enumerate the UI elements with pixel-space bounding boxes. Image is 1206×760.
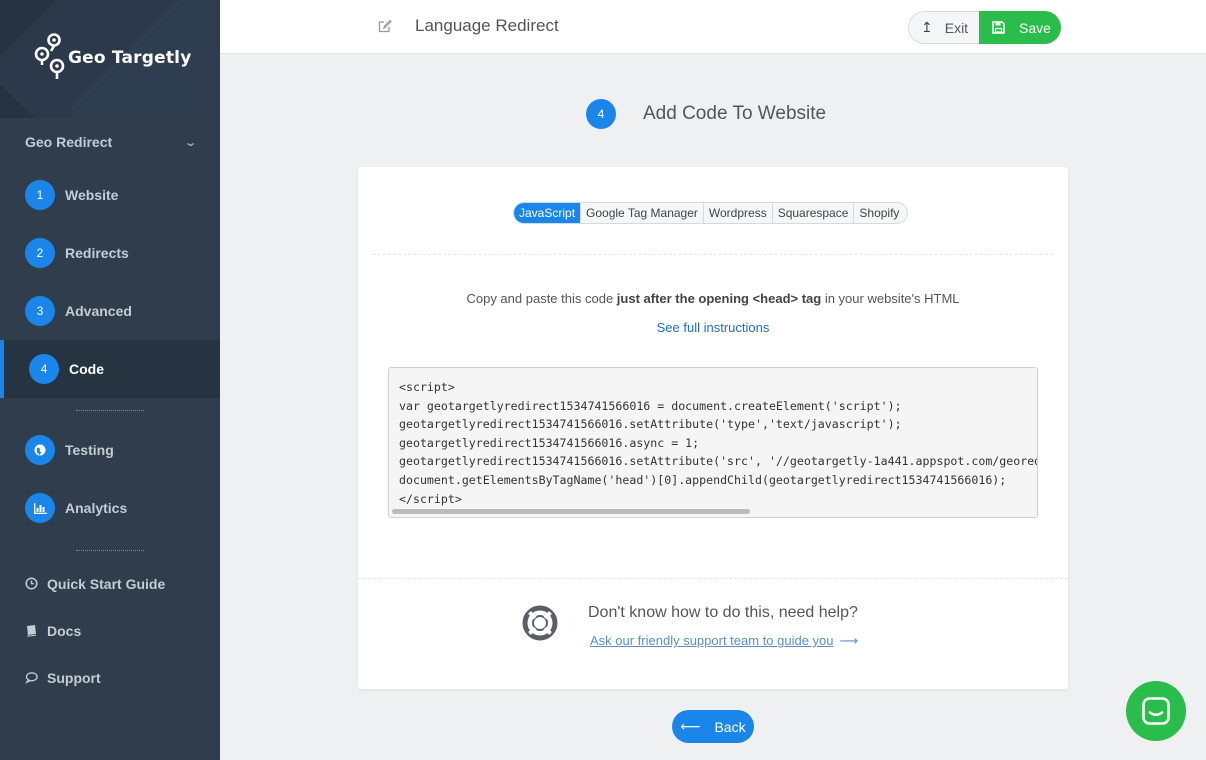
tab-google-tag-manager[interactable]: Google Tag Manager: [581, 203, 704, 223]
code-snippet[interactable]: <script> var geotargetlyredirect15347415…: [389, 368, 1037, 508]
sidebar-item-advanced[interactable]: 3 Advanced: [0, 282, 220, 340]
sidebar-item-code[interactable]: 4 Code: [0, 340, 220, 398]
page-title[interactable]: Language Redirect: [415, 16, 559, 36]
step-number-badge: 4: [586, 99, 616, 129]
sidebar-item-label: Analytics: [65, 500, 128, 516]
tab-wordpress[interactable]: Wordpress: [704, 203, 773, 223]
sidebar-link-support[interactable]: Support: [0, 654, 220, 701]
step-title: Add Code To Website: [643, 103, 827, 124]
logo-area: Geo Targetly: [0, 0, 220, 118]
sidebar-item-label: Advanced: [65, 303, 132, 319]
sidebar-link-quick-start[interactable]: Quick Start Guide: [0, 560, 220, 607]
sidebar-item-testing[interactable]: Testing: [0, 422, 220, 478]
arrow-left-icon: ⟵: [680, 718, 701, 734]
platform-tabs: JavaScript Google Tag Manager Wordpress …: [513, 202, 909, 224]
sidebar: Geo Targetly Geo Redirect ⌄ 1 Website 2 …: [0, 0, 220, 760]
tab-javascript[interactable]: JavaScript: [514, 203, 582, 223]
floppy-disk-icon: [992, 21, 1005, 34]
sidebar-link-docs[interactable]: Docs: [0, 607, 220, 654]
support-link-label: Ask our friendly support team to guide y…: [590, 633, 834, 648]
support-link[interactable]: Ask our friendly support team to guide y…: [590, 633, 858, 649]
step-number-badge: 4: [29, 354, 59, 384]
sidebar-item-label: Testing: [65, 442, 114, 458]
arrow-right-icon: ⟶: [839, 633, 859, 648]
sidebar-link-label: Quick Start Guide: [47, 575, 166, 592]
globe-icon: [25, 435, 55, 465]
save-label: Save: [1019, 19, 1051, 36]
bar-chart-icon: [25, 493, 55, 523]
section-geo-redirect[interactable]: Geo Redirect ⌄: [0, 118, 220, 166]
sidebar-item-label: Website: [65, 187, 119, 203]
help-title: Don't know how to do this, need help?: [588, 604, 858, 621]
sidebar-item-redirects[interactable]: 2 Redirects: [0, 224, 220, 282]
chevron-down-icon: ⌄: [183, 136, 197, 149]
sidebar-item-website[interactable]: 1 Website: [0, 166, 220, 224]
logo[interactable]: Geo Targetly: [32, 32, 191, 84]
sidebar-item-label: Code: [69, 361, 104, 377]
sidebar-item-analytics[interactable]: Analytics: [0, 478, 220, 538]
lifebuoy-icon: [522, 605, 558, 641]
tab-shopify[interactable]: Shopify: [854, 203, 907, 223]
brand-name: Geo Targetly: [68, 48, 192, 68]
code-snippet-box[interactable]: <script> var geotargetlyredirect15347415…: [388, 367, 1038, 518]
instructions-text: Copy and paste this code just after the …: [358, 291, 1068, 306]
save-button[interactable]: Save: [979, 11, 1061, 44]
exit-arrow-icon: ↥: [921, 19, 933, 35]
step-number-badge: 3: [25, 296, 55, 326]
step-number-badge: 1: [25, 180, 55, 210]
tab-squarespace[interactable]: Squarespace: [773, 203, 855, 223]
code-card: JavaScript Google Tag Manager Wordpress …: [358, 167, 1068, 689]
chat-icon: [1142, 697, 1170, 725]
clock-icon: [25, 577, 38, 590]
chat-widget-button[interactable]: [1126, 681, 1186, 741]
divider: [76, 550, 144, 560]
horizontal-scrollbar[interactable]: [392, 509, 750, 514]
instructions-part: Copy and paste this code: [466, 291, 617, 306]
exit-button[interactable]: ↥ Exit: [908, 11, 982, 44]
sidebar-link-label: Docs: [47, 622, 82, 639]
instructions-emphasis: just after the opening <head> tag: [616, 291, 822, 306]
back-button[interactable]: ⟵ Back: [672, 710, 754, 743]
exit-label: Exit: [944, 19, 969, 36]
section-title: Geo Redirect: [25, 134, 113, 150]
step-header: 4 Add Code To Website: [586, 99, 826, 129]
divider: [373, 254, 1053, 255]
instructions-part: in your website's HTML: [821, 291, 960, 306]
step-number-badge: 2: [25, 238, 55, 268]
map-pin-logo-icon: [34, 33, 65, 79]
divider: [76, 410, 144, 422]
sidebar-item-label: Redirects: [65, 245, 129, 261]
see-instructions-link[interactable]: See full instructions: [358, 320, 1068, 335]
edit-icon[interactable]: [378, 19, 392, 33]
top-bar: Language Redirect ↥ Exit Save: [220, 0, 1206, 54]
divider: [358, 578, 1068, 579]
back-label: Back: [714, 718, 746, 735]
book-icon: [27, 625, 37, 637]
sidebar-link-label: Support: [47, 669, 101, 686]
chat-bubble-icon: [25, 672, 38, 684]
